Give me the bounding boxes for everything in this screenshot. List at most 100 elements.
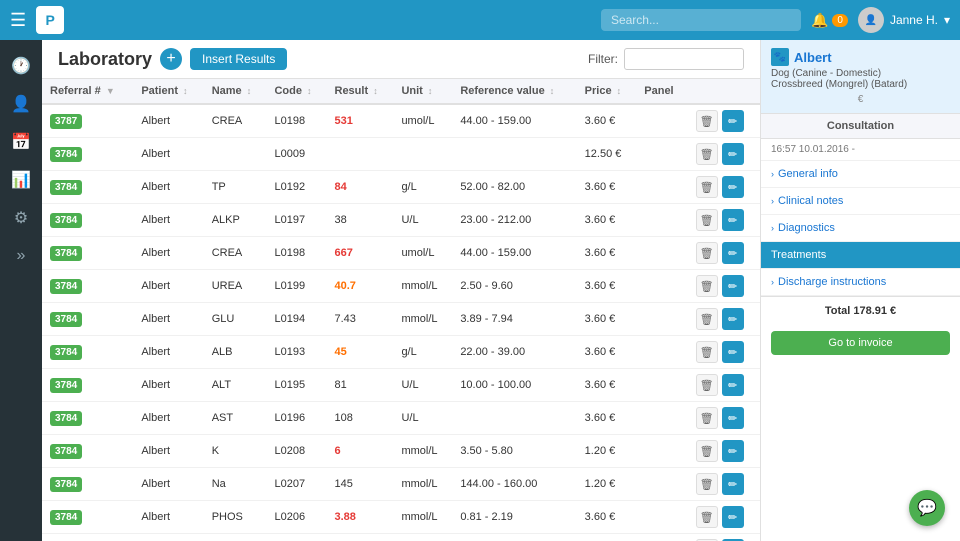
delete-button[interactable]: 🗑 — [696, 275, 718, 297]
delete-button[interactable]: 🗑 — [696, 242, 718, 264]
cell-ref: 3784 — [42, 468, 133, 501]
delete-button[interactable]: 🗑 — [696, 374, 718, 396]
sidebar-item-calendar[interactable]: 📅 — [5, 126, 37, 158]
cell-actions: 🗑 ✏ — [688, 171, 760, 204]
delete-button[interactable]: 🗑 — [696, 341, 718, 363]
edit-button[interactable]: ✏ — [722, 374, 744, 396]
sidebar-item-clock[interactable]: 🕐 — [5, 50, 37, 82]
delete-button[interactable]: 🗑 — [696, 506, 718, 528]
edit-button[interactable]: ✏ — [722, 209, 744, 231]
cell-actions: 🗑 ✏ — [688, 237, 760, 270]
table-body: 3787 Albert CREA L0198 531 umol/L 44.00 … — [42, 104, 760, 541]
cell-actions: 🗑 ✏ — [688, 104, 760, 138]
col-unit: Unit ↕ — [393, 79, 452, 104]
col-patient: Patient ↕ — [133, 79, 203, 104]
edit-button[interactable]: ✏ — [722, 176, 744, 198]
cell-patient: Albert — [133, 369, 203, 402]
cell-panel — [636, 171, 687, 204]
search-input[interactable] — [601, 9, 801, 31]
delete-button[interactable]: 🗑 — [696, 473, 718, 495]
cell-refvalue: 44.00 - 159.00 — [452, 237, 576, 270]
delete-button[interactable]: 🗑 — [696, 110, 718, 132]
sidebar-item-chart[interactable]: 📊 — [5, 164, 37, 196]
nav-general-info[interactable]: › General info — [761, 161, 960, 188]
delete-button[interactable]: 🗑 — [696, 143, 718, 165]
nav-clinical-notes[interactable]: › Clinical notes — [761, 188, 960, 215]
col-actions — [688, 79, 760, 104]
delete-button[interactable]: 🗑 — [696, 308, 718, 330]
edit-button[interactable]: ✏ — [722, 506, 744, 528]
cell-unit: mmol/L — [393, 501, 452, 534]
cell-unit: mmol/L — [393, 435, 452, 468]
cell-patient: Albert — [133, 204, 203, 237]
cell-code: L0206 — [266, 501, 326, 534]
nav-treatments[interactable]: Treatments — [761, 242, 960, 269]
notification-bell[interactable]: 🔔 0 — [811, 12, 848, 29]
user-menu[interactable]: 👤 Janne H. ▾ — [858, 7, 950, 33]
cell-price: 3.60 € — [577, 402, 637, 435]
table-header-row: Referral # ▼ Patient ↕ Name ↕ Code ↕ Res… — [42, 79, 760, 104]
invoice-button[interactable]: Go to invoice — [771, 331, 950, 355]
cell-ref: 3784 — [42, 270, 133, 303]
insert-results-button[interactable]: Insert Results — [190, 48, 287, 70]
content-area: Laboratory + Insert Results Filter: Refe… — [42, 40, 760, 541]
cell-name: AST — [204, 402, 267, 435]
edit-button[interactable]: ✏ — [722, 275, 744, 297]
cell-actions: 🗑 ✏ — [688, 204, 760, 237]
avatar: 👤 — [858, 7, 884, 33]
cell-unit: g/L — [393, 171, 452, 204]
total-row: Total 178.91 € — [761, 296, 960, 325]
cell-result: 38 — [327, 204, 394, 237]
cell-patient: Albert — [133, 468, 203, 501]
table-row: 3784 Albert CREA L0198 667 umol/L 44.00 … — [42, 237, 760, 270]
edit-button[interactable]: ✏ — [722, 242, 744, 264]
table-row: 3784 Albert Na L0207 145 mmol/L 144.00 -… — [42, 468, 760, 501]
cell-code: L0194 — [266, 303, 326, 336]
cell-patient: Albert — [133, 435, 203, 468]
filter-input[interactable] — [624, 48, 744, 70]
col-name: Name ↕ — [204, 79, 267, 104]
sidebar-item-person[interactable]: 👤 — [5, 88, 37, 120]
delete-button[interactable]: 🗑 — [696, 407, 718, 429]
edit-button[interactable]: ✏ — [722, 143, 744, 165]
delete-button[interactable]: 🗑 — [696, 209, 718, 231]
nav-discharge[interactable]: › Discharge instructions — [761, 269, 960, 296]
cell-result: 84 — [327, 171, 394, 204]
delete-button[interactable]: 🗑 — [696, 176, 718, 198]
cell-patient: Albert — [133, 501, 203, 534]
cell-code: L0193 — [266, 336, 326, 369]
col-code: Code ↕ — [266, 79, 326, 104]
table-row: 3784 Albert GLU L0194 7.43 mmol/L 3.89 -… — [42, 303, 760, 336]
nav-treatments-label: Treatments — [771, 249, 826, 261]
nav-diagnostics[interactable]: › Diagnostics — [761, 215, 960, 242]
sidebar-item-settings[interactable]: ⚙ — [5, 202, 37, 234]
user-name: Janne H. — [890, 13, 938, 27]
cell-result: 667 — [327, 237, 394, 270]
col-panel: Panel — [636, 79, 687, 104]
edit-button[interactable]: ✏ — [722, 308, 744, 330]
cell-refvalue: 10.00 - 100.00 — [452, 369, 576, 402]
cell-price: 3.60 € — [577, 237, 637, 270]
cell-result — [327, 138, 394, 171]
nav-general-info-label: General info — [778, 168, 838, 180]
edit-button[interactable]: ✏ — [722, 440, 744, 462]
cell-name: ALT — [204, 369, 267, 402]
col-refvalue: Reference value ↕ — [452, 79, 576, 104]
cell-refvalue: 22.00 - 39.00 — [452, 336, 576, 369]
edit-button[interactable]: ✏ — [722, 407, 744, 429]
edit-button[interactable]: ✏ — [722, 110, 744, 132]
add-button[interactable]: + — [160, 48, 182, 70]
edit-button[interactable]: ✏ — [722, 473, 744, 495]
cell-actions: 🗑 ✏ — [688, 501, 760, 534]
cell-unit: U/L — [393, 204, 452, 237]
cell-patient: Albert — [133, 138, 203, 171]
cell-patient: Albert — [133, 336, 203, 369]
sidebar-item-more[interactable]: » — [5, 240, 37, 272]
cell-refvalue — [452, 138, 576, 171]
cell-actions: 🗑 ✏ — [688, 369, 760, 402]
chat-button[interactable]: 💬 — [909, 490, 945, 526]
patient-name-row: 🐾 Albert — [771, 48, 950, 66]
edit-button[interactable]: ✏ — [722, 341, 744, 363]
hamburger-icon[interactable]: ☰ — [10, 10, 26, 31]
delete-button[interactable]: 🗑 — [696, 440, 718, 462]
